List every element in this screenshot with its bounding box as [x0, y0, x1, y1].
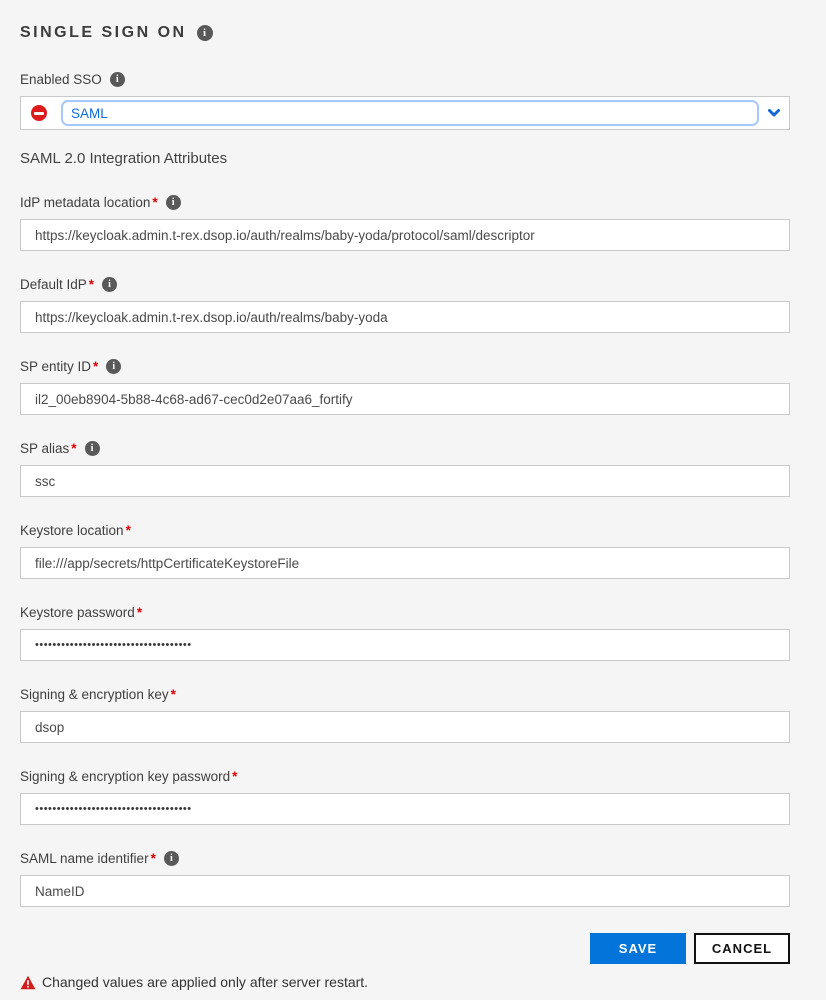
- saml-name-identifier-label: SAML name identifier: [20, 851, 149, 866]
- required-asterisk: *: [232, 769, 237, 784]
- info-icon[interactable]: i: [102, 277, 117, 292]
- keystore-password-label: Keystore password: [20, 605, 135, 620]
- form-field: Keystore password *: [20, 605, 790, 661]
- required-asterisk: *: [171, 687, 176, 702]
- signing-encryption-key-input[interactable]: [20, 711, 790, 743]
- default-idp-label: Default IdP: [20, 277, 87, 292]
- sp-alias-label: SP alias: [20, 441, 69, 456]
- warning-text: Changed values are applied only after se…: [42, 974, 368, 990]
- info-icon[interactable]: i: [110, 72, 125, 87]
- enabled-sso-label-row: Enabled SSO i: [20, 72, 774, 87]
- page-title-row: SINGLE SIGN ON i: [20, 24, 774, 42]
- chevron-down-icon[interactable]: [767, 106, 781, 120]
- sp-alias-input[interactable]: [20, 465, 790, 497]
- keystore-password-input[interactable]: [20, 629, 790, 661]
- signing-encryption-key-password-label: Signing & encryption key password: [20, 769, 230, 784]
- keystore-location-label: Keystore location: [20, 523, 124, 538]
- info-glyph: i: [108, 280, 111, 290]
- form-field: SAML name identifier * i: [20, 851, 790, 907]
- sp-entity-id-label: SP entity ID: [20, 359, 91, 374]
- sso-selected-option[interactable]: SAML: [61, 100, 759, 126]
- sso-selected-value: SAML: [71, 106, 108, 121]
- info-glyph: i: [203, 28, 206, 39]
- required-asterisk: *: [152, 195, 157, 210]
- saml-fields: IdP metadata location * i Default IdP * …: [20, 195, 774, 907]
- required-asterisk: *: [126, 523, 131, 538]
- info-glyph: i: [112, 362, 115, 372]
- keystore-location-input[interactable]: [20, 547, 790, 579]
- section-heading: SAML 2.0 Integration Attributes: [20, 150, 774, 167]
- required-asterisk: *: [93, 359, 98, 374]
- form-field: IdP metadata location * i: [20, 195, 790, 251]
- idp-metadata-location-label: IdP metadata location: [20, 195, 150, 210]
- form-field: Signing & encryption key *: [20, 687, 790, 743]
- info-glyph: i: [91, 444, 94, 454]
- required-asterisk: *: [71, 441, 76, 456]
- cancel-button[interactable]: CANCEL: [694, 933, 790, 964]
- idp-metadata-location-input[interactable]: [20, 219, 790, 251]
- form-field: Default IdP * i: [20, 277, 790, 333]
- form-field: Signing & encryption key password *: [20, 769, 790, 825]
- no-entry-icon: [31, 105, 47, 121]
- form-field: Keystore location *: [20, 523, 790, 579]
- info-glyph: i: [170, 854, 173, 864]
- info-icon[interactable]: i: [164, 851, 179, 866]
- save-button[interactable]: SAVE: [590, 933, 686, 964]
- saml-name-identifier-input[interactable]: [20, 875, 790, 907]
- enabled-sso-label: Enabled SSO: [20, 72, 102, 87]
- warning-triangle-icon: [20, 975, 36, 990]
- required-asterisk: *: [89, 277, 94, 292]
- info-icon[interactable]: i: [197, 25, 213, 41]
- required-asterisk: *: [151, 851, 156, 866]
- required-asterisk: *: [137, 605, 142, 620]
- signing-encryption-key-label: Signing & encryption key: [20, 687, 169, 702]
- info-icon[interactable]: i: [85, 441, 100, 456]
- info-icon[interactable]: i: [166, 195, 181, 210]
- sp-entity-id-input[interactable]: [20, 383, 790, 415]
- sso-settings-page: SINGLE SIGN ON i Enabled SSO i SAML SAML…: [0, 0, 810, 1000]
- restart-warning: Changed values are applied only after se…: [20, 974, 774, 990]
- info-icon[interactable]: i: [106, 359, 121, 374]
- form-actions: SAVE CANCEL: [20, 933, 790, 964]
- info-glyph: i: [172, 198, 175, 208]
- enabled-sso-select[interactable]: SAML: [20, 96, 790, 130]
- form-field: SP alias * i: [20, 441, 790, 497]
- page-title: SINGLE SIGN ON: [20, 24, 187, 42]
- signing-encryption-key-password-input[interactable]: [20, 793, 790, 825]
- form-field: SP entity ID * i: [20, 359, 790, 415]
- info-glyph: i: [116, 75, 119, 85]
- default-idp-input[interactable]: [20, 301, 790, 333]
